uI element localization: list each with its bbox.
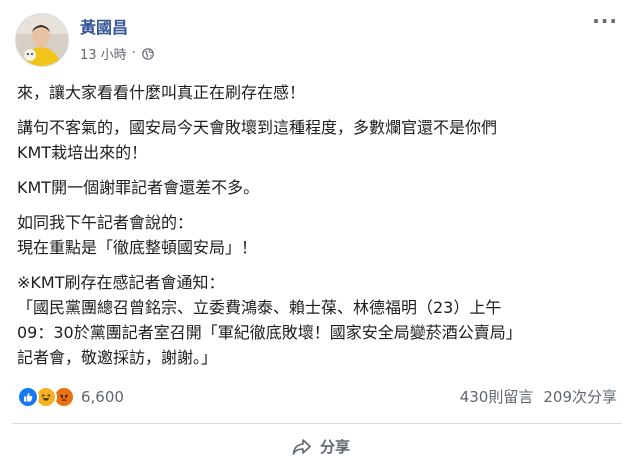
author-name[interactable]: 黃國昌: [80, 14, 128, 38]
facebook-post: 黃國昌 13 小時 · ··· 來，讓大家看看什麼叫真正在刷存在感！ 講句不客氣…: [0, 0, 634, 474]
comments-count[interactable]: 430則留言: [460, 386, 534, 407]
share-icon: [292, 438, 311, 455]
avatar-image: [16, 14, 68, 66]
post-paragraph: KMT開一個謝罪記者會還差不多。: [17, 178, 260, 197]
post-time[interactable]: 13 小時: [80, 44, 127, 63]
post-paragraph: ※KMT刷存在感記者會通知： 「國民黨團總召曾銘宗、立委費鴻泰、賴士葆、林德福明…: [17, 273, 522, 367]
share-button[interactable]: 分享: [292, 436, 350, 457]
post-text: 來，讓大家看看什麼叫真正在刷存在感！ 講句不客氣的，國安局今天會敗壞到這種程度，…: [17, 80, 617, 380]
divider: [12, 423, 622, 424]
reaction-count: 6,600: [81, 388, 124, 406]
engagement-stats: 430則留言 209次分享: [460, 386, 617, 407]
post-meta: 13 小時 ·: [80, 44, 154, 63]
avatar[interactable]: [15, 13, 69, 67]
post-paragraph: 來，讓大家看看什麼叫真正在刷存在感！: [17, 83, 306, 102]
shares-count[interactable]: 209次分享: [543, 386, 617, 407]
reactions-summary[interactable]: 6,600: [17, 386, 124, 408]
post-paragraph: 講句不客氣的，國安局今天會敗壞到這種程度，多數爛官還不是你們 KMT栽培出來的！: [17, 118, 498, 162]
share-label: 分享: [320, 438, 351, 456]
public-globe-icon: [142, 47, 154, 60]
like-icon: [17, 386, 39, 408]
more-options-icon[interactable]: ···: [592, 11, 618, 31]
post-paragraph: 如同我下午記者會說的： 現在重點是「徹底整頓國安局」！: [17, 213, 258, 257]
meta-separator: ·: [131, 46, 136, 61]
